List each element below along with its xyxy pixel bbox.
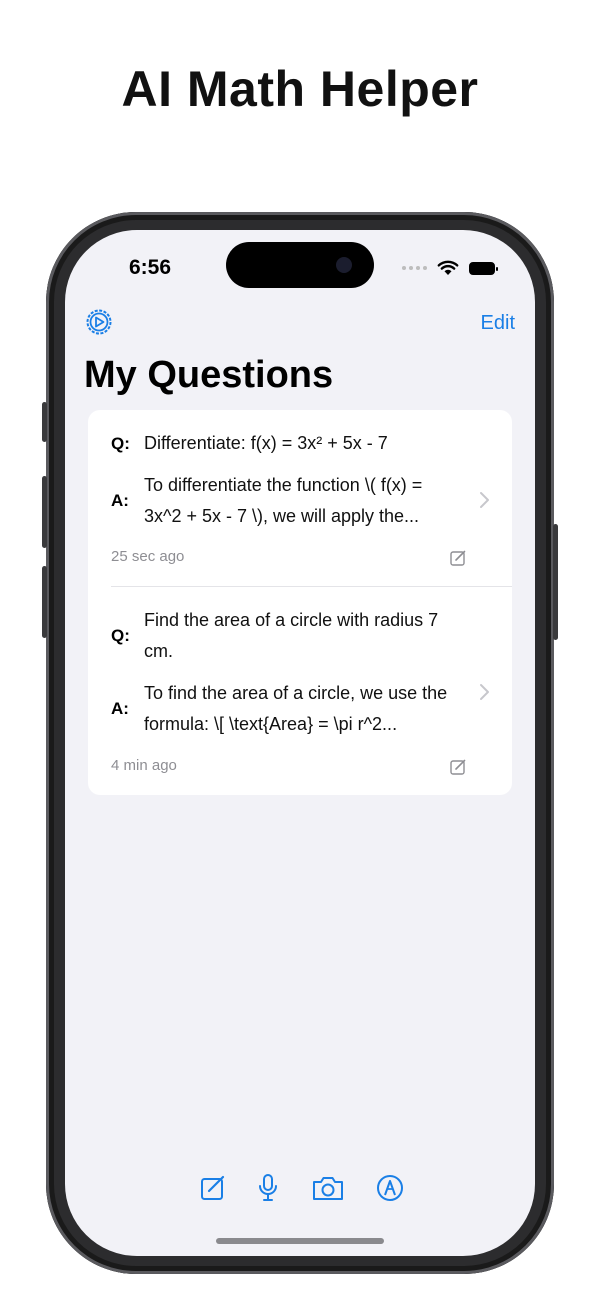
answer-tag: A:: [111, 699, 129, 718]
microphone-icon[interactable]: [253, 1173, 283, 1203]
list-item[interactable]: Q: Differentiate: f(x) = 3x² + 5x - 7 A:…: [88, 410, 512, 586]
volume-down-button: [42, 566, 47, 638]
compose-icon[interactable]: [449, 758, 467, 776]
answer-text: To find the area of a circle, we use the…: [144, 683, 448, 734]
chevron-right-icon: [480, 684, 489, 700]
status-indicators: [402, 260, 498, 276]
gear-icon[interactable]: [85, 308, 113, 336]
bottom-toolbar: [65, 1173, 535, 1213]
power-button: [553, 524, 558, 640]
timestamp: 25 sec ago: [111, 548, 185, 565]
status-time: 6:56: [129, 256, 172, 279]
question-text: Find the area of a circle with radius 7 …: [144, 610, 439, 661]
home-indicator[interactable]: [216, 1238, 384, 1244]
chevron-right-icon: [480, 492, 489, 508]
question-tag: Q:: [111, 433, 130, 453]
front-camera: [336, 257, 352, 273]
questions-list: Q: Differentiate: f(x) = 3x² + 5x - 7 A:…: [88, 410, 512, 795]
promo-title: AI Math Helper: [121, 61, 479, 117]
cellular-signal-icon: [402, 266, 427, 270]
page-title: My Questions: [84, 354, 334, 396]
timestamp: 4 min ago: [111, 757, 177, 774]
wifi-icon: [437, 260, 459, 275]
phone-screen: 6:56 Edit My Questions Q: Differentiate:…: [65, 230, 535, 1256]
action-button: [42, 402, 47, 442]
volume-up-button: [42, 476, 47, 548]
answer-text: To differentiate the function \( f(x) = …: [144, 475, 423, 526]
edit-button[interactable]: Edit: [481, 312, 515, 335]
battery-icon: [469, 261, 498, 275]
compose-icon[interactable]: [198, 1173, 228, 1203]
question-tag: Q:: [111, 626, 130, 645]
list-item[interactable]: Q: Find the area of a circle with radius…: [88, 587, 512, 795]
question-text: Differentiate: f(x) = 3x² + 5x - 7: [144, 433, 388, 453]
dynamic-island: [226, 242, 374, 288]
pencil-circle-icon[interactable]: [375, 1173, 405, 1203]
compose-icon[interactable]: [449, 549, 467, 567]
camera-icon[interactable]: [311, 1173, 345, 1203]
answer-tag: A:: [111, 491, 129, 510]
